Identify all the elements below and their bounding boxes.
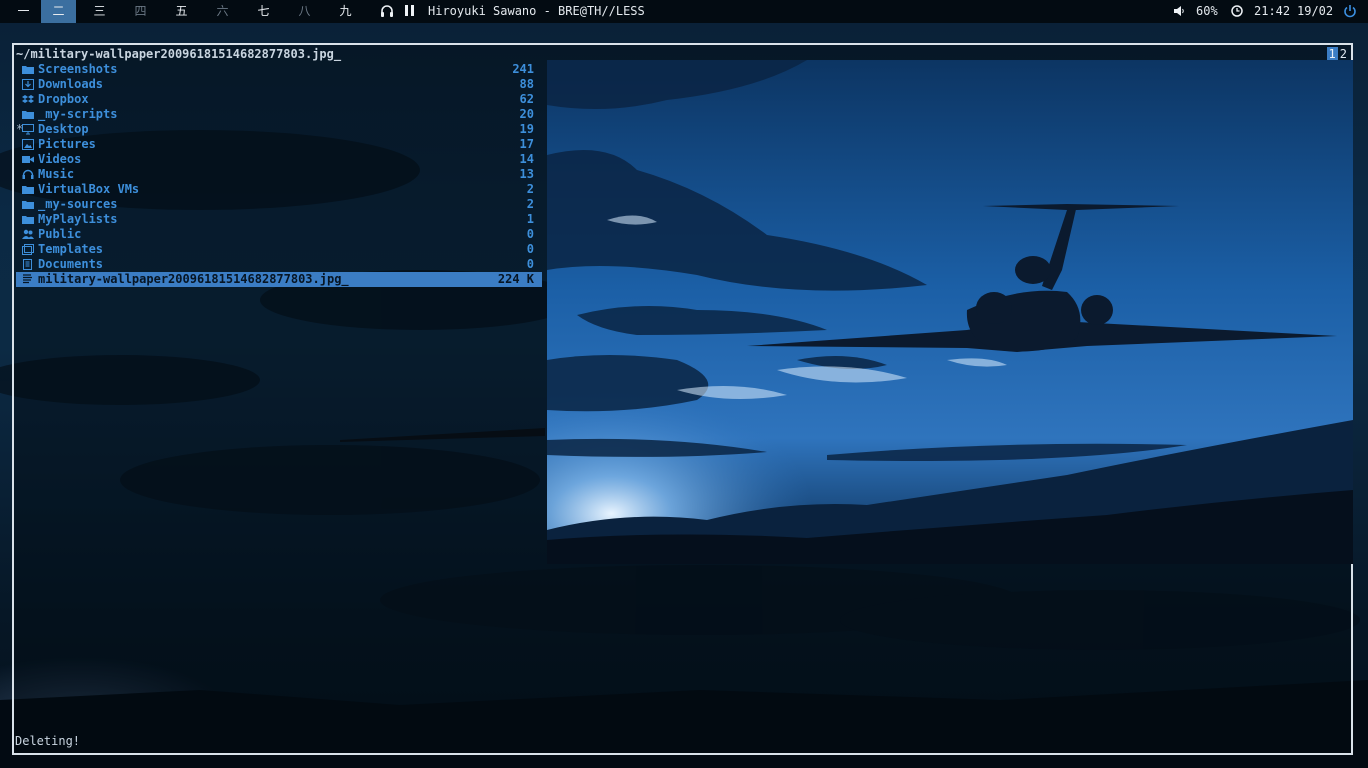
list-item[interactable]: Public 0 bbox=[16, 227, 542, 242]
list-item[interactable]: Templates 0 bbox=[16, 242, 542, 257]
list-item[interactable]: * Desktop 19 bbox=[16, 122, 542, 137]
file-icon bbox=[23, 274, 32, 284]
entry-name: VirtualBox VMs bbox=[38, 182, 140, 196]
workspace-2[interactable]: 二 bbox=[41, 0, 76, 23]
entry-name: Dropbox bbox=[38, 92, 89, 106]
entry-count: 88 bbox=[519, 77, 534, 91]
download-icon bbox=[22, 79, 34, 90]
workspace-7[interactable]: 七 bbox=[246, 0, 281, 23]
workspace-5[interactable]: 五 bbox=[164, 0, 199, 23]
terminal-window[interactable]: ~/military-wallpaper20096181514682877803… bbox=[12, 43, 1353, 755]
entry-name: Documents bbox=[38, 257, 104, 271]
entry-count: 20 bbox=[519, 107, 534, 121]
entry-count: 17 bbox=[519, 137, 534, 151]
entry-count: 2 bbox=[526, 197, 534, 211]
now-playing-title: Hiroyuki Sawano - BRE@TH//LESS bbox=[428, 4, 645, 18]
list-item-selected[interactable]: military-wallpaper20096181514682877803.j… bbox=[16, 272, 542, 287]
users-icon bbox=[22, 229, 34, 239]
entry-name: _my-sources bbox=[38, 197, 118, 211]
entry-name: MyPlaylists bbox=[38, 212, 118, 226]
entry-count: 0 bbox=[526, 242, 534, 256]
workspace-4[interactable]: 四 bbox=[123, 0, 158, 23]
entry-count: 13 bbox=[519, 167, 534, 181]
entry-name: Screenshots bbox=[38, 62, 118, 76]
entry-count: 0 bbox=[526, 257, 534, 271]
entry-count: 241 bbox=[512, 62, 534, 76]
entry-count: 62 bbox=[519, 92, 534, 106]
list-item[interactable]: VirtualBox VMs 2 bbox=[16, 182, 542, 197]
entry-count: 2 bbox=[526, 182, 534, 196]
entry-name: Public bbox=[38, 227, 82, 241]
headphones-icon[interactable] bbox=[380, 4, 394, 18]
volume-level: 60% bbox=[1196, 4, 1218, 18]
list-item[interactable]: Dropbox 62 bbox=[16, 92, 542, 107]
entry-size: 224 K bbox=[497, 272, 534, 286]
current-path: ~/military-wallpaper20096181514682877803… bbox=[16, 47, 342, 61]
headphones-icon bbox=[22, 169, 34, 179]
clock-time: 21:42 bbox=[1254, 4, 1291, 18]
entry-name: Music bbox=[38, 167, 75, 181]
clock-icon bbox=[1231, 5, 1243, 17]
picture-icon bbox=[22, 139, 34, 150]
list-item[interactable]: Screenshots 241 bbox=[16, 62, 542, 77]
video-icon bbox=[22, 156, 34, 163]
workspace-9[interactable]: 九 bbox=[328, 0, 363, 23]
pause-icon[interactable] bbox=[405, 5, 415, 17]
list-item[interactable]: Downloads 88 bbox=[16, 77, 542, 92]
desktop-icon bbox=[22, 124, 34, 135]
entry-name: military-wallpaper20096181514682877803.j… bbox=[38, 272, 349, 286]
workspace-3[interactable]: 三 bbox=[82, 0, 117, 23]
entry-name: Templates bbox=[38, 242, 104, 256]
workspace-6[interactable]: 六 bbox=[205, 0, 240, 23]
folder-icon bbox=[22, 186, 34, 194]
folder-icon bbox=[22, 66, 34, 74]
folder-icon bbox=[22, 201, 34, 209]
list-item[interactable]: Pictures 17 bbox=[16, 137, 542, 152]
entry-name: Videos bbox=[38, 152, 82, 166]
image-preview bbox=[547, 60, 1353, 564]
list-item[interactable]: Documents 0 bbox=[16, 257, 542, 272]
entry-name: Downloads bbox=[38, 77, 104, 91]
workspace-1[interactable]: 一 bbox=[6, 0, 41, 23]
list-item[interactable]: Videos 14 bbox=[16, 152, 542, 167]
status-message: Deleting! bbox=[15, 734, 81, 748]
template-icon bbox=[22, 244, 34, 255]
entry-count: 19 bbox=[519, 122, 534, 136]
top-panel: 一 二 三 四 五 六 七 八 九 Hiroyuki Sawano - BRE@… bbox=[0, 0, 1368, 23]
entry-count: 14 bbox=[519, 152, 534, 166]
entry-count: 1 bbox=[526, 212, 534, 226]
list-item[interactable]: Music 13 bbox=[16, 167, 542, 182]
workspace-8[interactable]: 八 bbox=[287, 0, 322, 23]
speaker-icon[interactable] bbox=[1173, 5, 1185, 17]
list-item[interactable]: _my-sources 2 bbox=[16, 197, 542, 212]
folder-icon bbox=[22, 216, 34, 224]
folder-icon bbox=[22, 111, 34, 119]
entry-name: Desktop bbox=[38, 122, 89, 136]
power-icon[interactable] bbox=[1343, 4, 1357, 18]
list-item[interactable]: MyPlaylists 1 bbox=[16, 212, 542, 227]
list-item[interactable]: _my-scripts 20 bbox=[16, 107, 542, 122]
entry-name: _my-scripts bbox=[38, 107, 118, 121]
file-list: Screenshots 241 Downloads 88 Dropbox 62 … bbox=[16, 62, 542, 287]
dropbox-icon bbox=[22, 95, 34, 103]
entry-count: 0 bbox=[526, 227, 534, 241]
clock-date: 19/02 bbox=[1297, 4, 1334, 18]
entry-name: Pictures bbox=[38, 137, 96, 151]
document-icon bbox=[23, 259, 32, 270]
